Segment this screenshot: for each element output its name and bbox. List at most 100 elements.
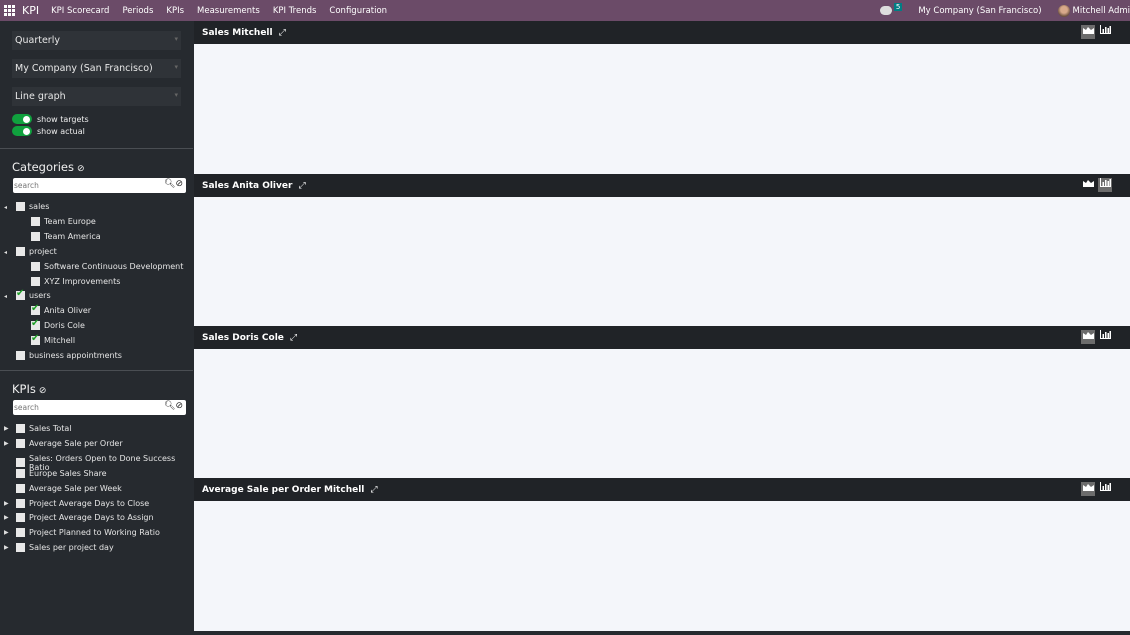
- chart-svg: [194, 197, 1130, 327]
- line-view-button[interactable]: ActualTarget0-500000-1000000-1500000-200…: [1081, 330, 1130, 451]
- line-view-button[interactable]: ActualTarget0100000020000003000000400000…: [1081, 178, 1130, 288]
- category-item[interactable]: sales: [16, 202, 49, 211]
- user-avatar[interactable]: [1057, 4, 1070, 17]
- category-checkbox[interactable]: [16, 202, 25, 211]
- show-targets-toggle[interactable]: [12, 114, 32, 124]
- sidebar: Quarterly My Company (San Francisco) Lin…: [0, 21, 193, 565]
- kpi-item[interactable]: Sales per project day: [16, 543, 114, 553]
- clear-kpis-icon[interactable]: ⊘: [39, 386, 47, 396]
- category-checkbox[interactable]: [31, 333, 40, 346]
- kpi-checkbox[interactable]: [16, 528, 25, 538]
- expand-icon[interactable]: ⤢: [279, 28, 286, 38]
- user-menu[interactable]: Mitchell Admi: [1073, 6, 1130, 16]
- category-checkbox[interactable]: [16, 351, 25, 360]
- category-item[interactable]: XYZ Improvements: [31, 276, 121, 286]
- collapse-caret-icon[interactable]: ◂: [4, 293, 7, 300]
- category-checkbox[interactable]: [16, 288, 25, 301]
- chart-panel-sales-anita-oliver: Sales Anita Oliver ⤢ ActualTarget0100000…: [194, 174, 1130, 327]
- kpi-item[interactable]: Average Sale per Week: [16, 483, 122, 493]
- collapse-caret-icon[interactable]: ◂: [4, 249, 7, 256]
- category-item[interactable]: Anita Oliver: [31, 303, 91, 316]
- menu-configuration[interactable]: Configuration: [329, 6, 387, 16]
- kpi-checkbox[interactable]: [16, 543, 25, 553]
- kpi-checkbox[interactable]: [16, 483, 25, 493]
- company-switcher[interactable]: My Company (San Francisco): [918, 6, 1041, 16]
- menu-periods[interactable]: Periods: [122, 6, 153, 16]
- kpis-search-input[interactable]: [13, 400, 153, 415]
- category-item[interactable]: Team America: [31, 231, 101, 241]
- company-select[interactable]: My Company (San Francisco): [12, 59, 181, 78]
- search-icon[interactable]: 🔍︎: [164, 179, 175, 189]
- category-item[interactable]: users: [16, 288, 51, 301]
- app-brand[interactable]: KPI: [22, 4, 39, 17]
- category-checkbox[interactable]: [31, 261, 40, 271]
- category-checkbox[interactable]: [16, 246, 25, 256]
- period-select[interactable]: Quarterly: [12, 31, 181, 50]
- category-item[interactable]: Doris Cole: [31, 318, 85, 331]
- clear-categories-icon[interactable]: ⊘: [77, 164, 85, 174]
- search-clear-icons[interactable]: 🔍︎⊘: [164, 401, 183, 411]
- category-item[interactable]: Mitchell: [31, 333, 75, 346]
- kpi-item[interactable]: Project Average Days to Close: [16, 498, 149, 508]
- menu-kpi-trends[interactable]: KPI Trends: [273, 6, 317, 16]
- categories-title-text: Categories: [12, 160, 74, 174]
- kpi-item[interactable]: Sales Total: [16, 424, 72, 433]
- bar-view-button[interactable]: [1098, 178, 1112, 192]
- bar-chart-icon: [1099, 482, 1111, 494]
- show-targets-row: show targets: [12, 114, 89, 124]
- kpi-item[interactable]: Project Average Days to Assign: [16, 513, 154, 523]
- expand-caret-icon[interactable]: ▶: [4, 500, 9, 507]
- apps-menu-icon[interactable]: [4, 4, 16, 17]
- collapse-caret-icon[interactable]: ◂: [4, 204, 7, 211]
- category-checkbox[interactable]: [31, 318, 40, 331]
- line-view-button[interactable]: ActualTarget0-2000000-4000000-6000000-80…: [1081, 25, 1130, 146]
- category-item[interactable]: Team Europe: [31, 216, 96, 226]
- category-checkbox[interactable]: [31, 303, 40, 316]
- menu-kpi-scorecard[interactable]: KPI Scorecard: [51, 6, 109, 16]
- search-icon[interactable]: 🔍︎: [164, 401, 175, 411]
- expand-caret-icon[interactable]: ▶: [4, 425, 9, 432]
- expand-icon[interactable]: ⤢: [290, 333, 297, 343]
- categories-search-input[interactable]: [13, 178, 153, 193]
- category-checkbox[interactable]: [31, 216, 40, 226]
- line-view-button[interactable]: ActualTarget180000-200000-220000-240000-…: [1081, 482, 1130, 603]
- expand-caret-icon[interactable]: ▶: [4, 529, 9, 536]
- bar-view-button[interactable]: [1098, 25, 1112, 39]
- expand-caret-icon[interactable]: ▶: [4, 514, 9, 521]
- expand-icon[interactable]: ⤢: [370, 485, 377, 495]
- chart-title: Sales Anita Oliver: [202, 180, 293, 191]
- category-label: Team Europe: [44, 216, 96, 226]
- category-checkbox[interactable]: [31, 231, 40, 241]
- kpi-item[interactable]: Average Sale per Order: [16, 438, 123, 448]
- chart-title: Sales Mitchell: [202, 27, 273, 38]
- expand-caret-icon[interactable]: ▶: [4, 544, 9, 551]
- kpi-item[interactable]: Europe Sales Share: [16, 468, 107, 478]
- chat-count-badge: 5: [893, 2, 903, 11]
- kpi-checkbox[interactable]: [16, 513, 25, 523]
- chat-icon[interactable]: [879, 6, 892, 15]
- chart-type-select[interactable]: Line graph: [12, 87, 181, 106]
- menu-kpis[interactable]: KPIs: [166, 6, 184, 16]
- category-checkbox[interactable]: [31, 276, 40, 286]
- show-actual-toggle[interactable]: [12, 126, 32, 136]
- category-item[interactable]: Software Continuous Development: [31, 261, 183, 271]
- bar-view-button[interactable]: [1098, 330, 1112, 344]
- kpi-checkbox[interactable]: [16, 468, 25, 478]
- menu-measurements[interactable]: Measurements: [197, 6, 260, 16]
- charts-area: Sales Mitchell ⤢ ActualTarget0-2000000-4…: [194, 21, 1130, 631]
- search-clear-icons[interactable]: 🔍︎⊘: [164, 179, 183, 189]
- category-item[interactable]: business appointments: [16, 351, 122, 360]
- kpi-checkbox[interactable]: [16, 498, 25, 508]
- chart-svg: [194, 349, 1130, 479]
- kpi-checkbox[interactable]: [16, 458, 25, 468]
- kpi-checkbox[interactable]: [16, 424, 25, 433]
- kpi-checkbox[interactable]: [16, 438, 25, 448]
- show-targets-label: show targets: [37, 114, 89, 124]
- bar-view-button[interactable]: [1098, 482, 1112, 496]
- category-item[interactable]: project: [16, 246, 57, 256]
- category-label: XYZ Improvements: [44, 276, 121, 286]
- kpi-item[interactable]: Project Planned to Working Ratio: [16, 528, 160, 538]
- kpis-search: 🔍︎⊘: [13, 400, 186, 415]
- expand-caret-icon[interactable]: ▶: [4, 440, 9, 447]
- expand-icon[interactable]: ⤢: [298, 181, 305, 191]
